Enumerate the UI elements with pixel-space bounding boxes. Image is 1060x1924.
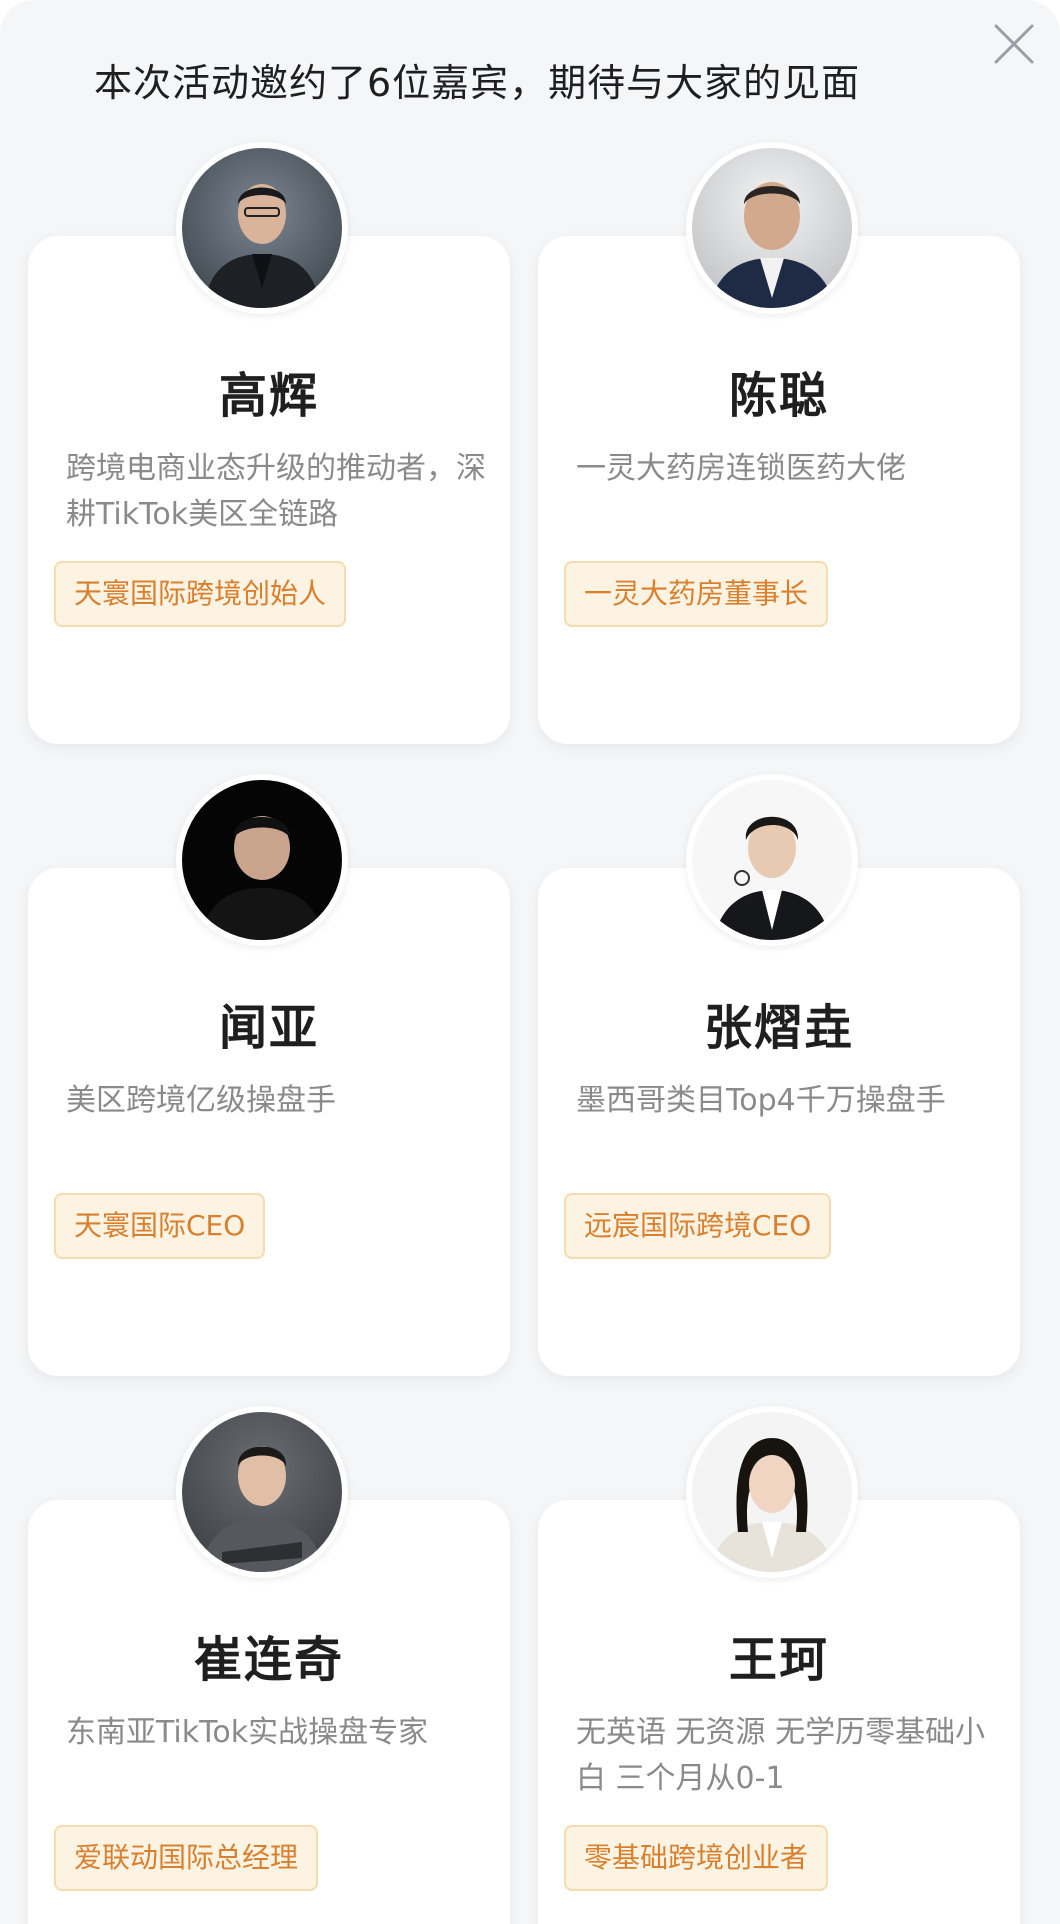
person-photo-icon: [692, 1412, 852, 1572]
guest-avatar-6: [686, 1406, 858, 1578]
person-photo-icon: [692, 780, 852, 940]
person-photo-icon: [182, 780, 342, 940]
guest-avatar-3: [176, 774, 348, 946]
person-photo-icon: [182, 1412, 342, 1572]
guest-avatar-1: [176, 142, 348, 314]
guest-title-tag: 天寰国际跨境创始人: [54, 561, 347, 627]
guest-description: 东南亚TikTok实战操盘专家: [66, 1715, 429, 1750]
guest-avatar-2: [686, 142, 858, 314]
guest-name: 高辉: [218, 368, 319, 424]
guest-avatar-4: [686, 774, 858, 946]
guest-name: 崔连奇: [193, 1632, 344, 1688]
guest-title-tag: 零基础跨境创业者: [564, 1825, 829, 1891]
guest-title-tag: 爱联动国际总经理: [54, 1825, 319, 1891]
guest-title-tag: 一灵大药房董事长: [564, 561, 829, 627]
guest-name: 王珂: [728, 1632, 829, 1688]
guest-name: 闻亚: [218, 1000, 319, 1056]
person-photo-icon: [692, 148, 852, 308]
guest-title-tag: 远宸国际跨境CEO: [564, 1193, 832, 1259]
guest-description: 无英语 无资源 无学历零基础小白 三个月从0-1: [576, 1715, 986, 1796]
guest-name: 张熠垚: [703, 1000, 854, 1056]
guest-avatar-5: [176, 1406, 348, 1578]
guest-description: 墨西哥类目Top4千万操盘手: [576, 1083, 946, 1118]
guest-name: 陈聪: [728, 368, 829, 424]
sheet-title: 本次活动邀约了6位嘉宾，期待与大家的见面: [94, 61, 861, 105]
close-icon: [994, 24, 1034, 64]
guest-description: 美区跨境亿级操盘手: [66, 1083, 336, 1118]
guest-sheet: 本次活动邀约了6位嘉宾，期待与大家的见面 高辉 跨境电商业态升级的推动者，深耕T…: [0, 0, 1060, 1924]
guest-description: 一灵大药房连锁医药大佬: [576, 451, 906, 486]
person-photo-icon: [182, 148, 342, 308]
guest-description: 跨境电商业态升级的推动者，深耕TikTok美区全链路: [66, 451, 486, 532]
close-button[interactable]: [990, 20, 1038, 68]
guest-title-tag: 天寰国际CEO: [54, 1193, 266, 1259]
